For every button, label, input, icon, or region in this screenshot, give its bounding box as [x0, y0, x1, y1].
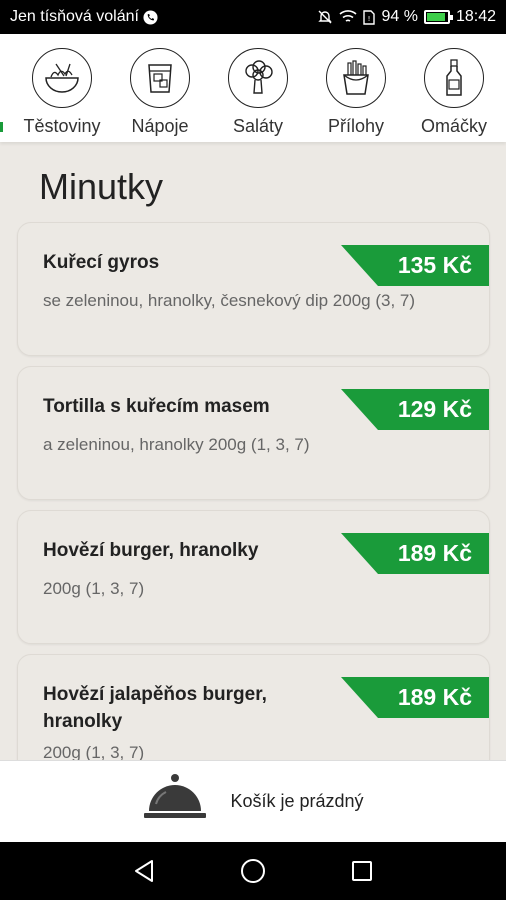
price-tag: 129 Kč: [341, 389, 489, 430]
category-salads[interactable]: Saláty: [209, 34, 307, 142]
mute-icon: [317, 9, 333, 25]
menu-item-card[interactable]: Tortilla s kuřecím masem a zeleninou, hr…: [17, 366, 490, 500]
cloche-icon: [142, 773, 208, 830]
category-sides[interactable]: Přílohy: [307, 34, 405, 142]
sim-icon: !: [363, 9, 376, 25]
category-drinks[interactable]: Nápoje: [111, 34, 209, 142]
category-bar: Těstoviny Nápoje Saláty Přílohy Omáčky: [0, 34, 506, 142]
scroll-indicator: [0, 122, 3, 132]
clock: 18:42: [455, 8, 496, 25]
navigation-bar: [0, 842, 506, 900]
status-bar: Jen tísňová volání ! 94 % 18:42: [0, 0, 506, 34]
item-description: 200g (1, 3, 7): [43, 579, 145, 598]
item-description: a zeleninou, hranolky 200g (1, 3, 7): [43, 435, 310, 454]
category-label: Přílohy: [327, 116, 385, 136]
category-label: Omáčky: [420, 116, 487, 136]
svg-text:!: !: [368, 15, 371, 23]
price-tag: 189 Kč: [341, 677, 489, 718]
menu-item-card[interactable]: Hovězí burger, hranolky 200g (1, 3, 7) 1…: [17, 510, 490, 644]
category-label: Nápoje: [131, 116, 189, 136]
category-label: Těstoviny: [23, 116, 101, 136]
recents-button[interactable]: [342, 851, 382, 891]
item-name: Hovězí burger, hranolky: [43, 540, 259, 561]
menu-item-card[interactable]: Kuřecí gyros se zeleninou, hranolky, čes…: [17, 222, 490, 356]
cart-bar[interactable]: Košík je prázdný: [0, 760, 506, 842]
item-description: se zeleninou, hranolky, česnekový dip 20…: [43, 291, 416, 310]
item-name: Hovězí jalapěňos burger, hranolky: [43, 684, 267, 732]
battery-icon: [423, 10, 453, 24]
item-name: Kuřecí gyros: [43, 252, 160, 273]
price-tag: 189 Kč: [341, 533, 489, 574]
home-button[interactable]: [233, 851, 273, 891]
category-label: Saláty: [232, 116, 284, 136]
item-name: Tortilla s kuřecím masem: [43, 396, 270, 417]
sauce-bottle-icon: [424, 48, 484, 108]
pasta-bowl-icon: [32, 48, 92, 108]
battery-percent: 94 %: [381, 8, 418, 25]
fries-icon: [326, 48, 386, 108]
cart-status: Košík je prázdný: [230, 791, 364, 811]
carrier-text: Jen tísňová volání: [10, 8, 139, 25]
section-title: Minutky: [39, 166, 164, 207]
drink-glass-icon: [130, 48, 190, 108]
back-button[interactable]: [124, 851, 164, 891]
category-pasta[interactable]: Těstoviny: [13, 34, 111, 142]
wifi-icon: [339, 10, 358, 24]
broccoli-icon: [228, 48, 288, 108]
menu-list: Kuřecí gyros se zeleninou, hranolky, čes…: [17, 222, 490, 798]
price-tag: 135 Kč: [341, 245, 489, 286]
category-sauces[interactable]: Omáčky: [405, 34, 503, 142]
call-icon: [143, 9, 158, 25]
